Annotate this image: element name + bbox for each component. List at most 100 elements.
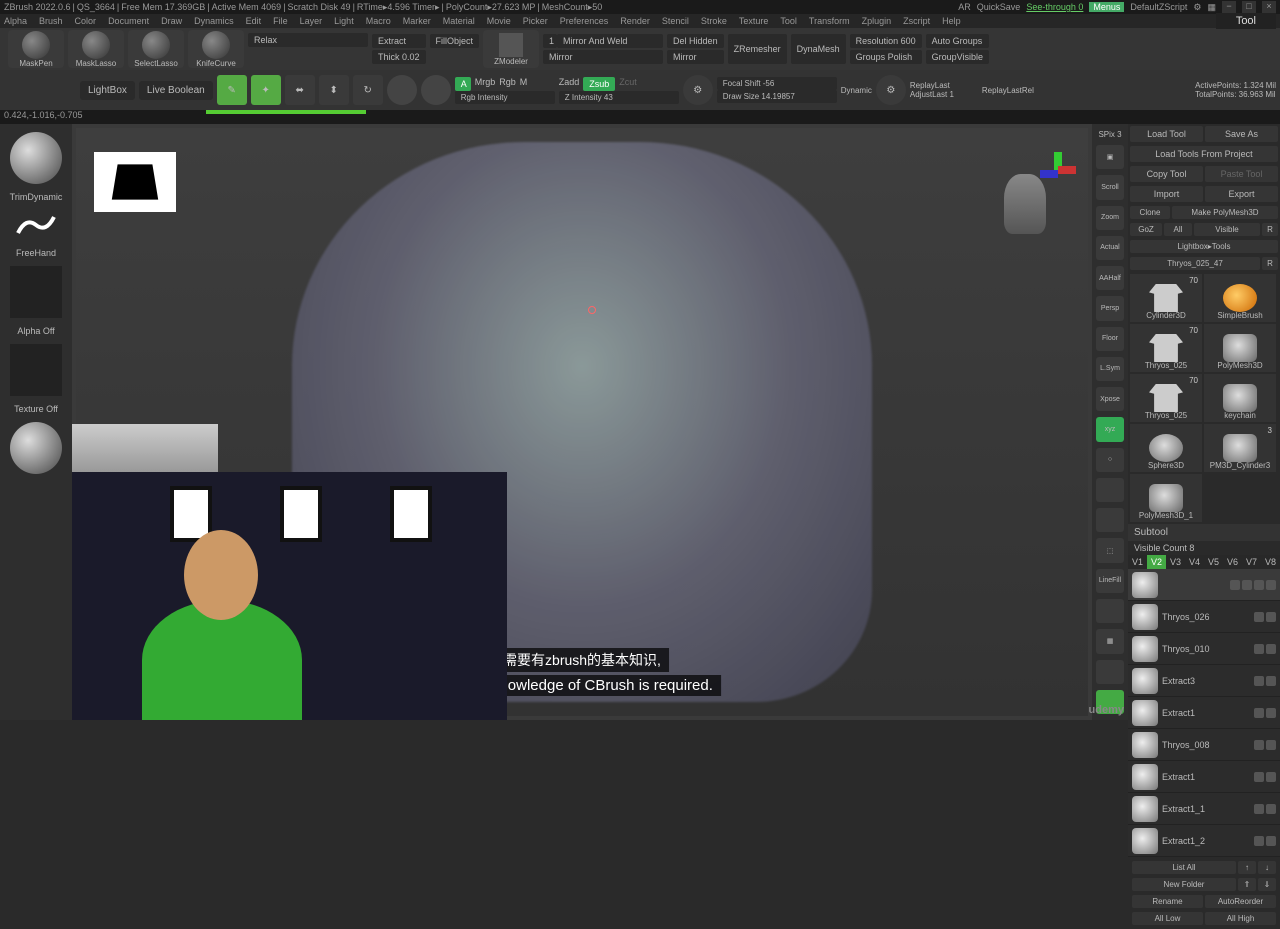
- tool-panel-tab[interactable]: Tool: [1216, 13, 1276, 29]
- current-tool[interactable]: Thryos_025_47: [1130, 257, 1260, 270]
- scroll-button[interactable]: Scroll: [1096, 175, 1124, 199]
- liveboolean-button[interactable]: Live Boolean: [139, 81, 213, 100]
- menu-zplugin[interactable]: Zplugin: [862, 16, 892, 26]
- subtool-item-6[interactable]: Extract1: [1128, 761, 1280, 793]
- extract-button[interactable]: Extract: [372, 34, 426, 48]
- move-mode-button[interactable]: ⬌: [285, 75, 315, 105]
- makepolymesh-button[interactable]: Make PolyMesh3D: [1172, 206, 1278, 219]
- scale-nav-button[interactable]: ⬚: [1096, 538, 1124, 562]
- minimize-button[interactable]: −: [1222, 1, 1236, 13]
- spix-label[interactable]: SPix 3: [1098, 130, 1121, 139]
- menu-draw[interactable]: Draw: [161, 16, 182, 26]
- zcut-button[interactable]: Zcut: [619, 77, 637, 91]
- zadd-button[interactable]: Zadd: [559, 77, 580, 91]
- bpr-button[interactable]: ▣: [1096, 145, 1124, 169]
- menu-tool[interactable]: Tool: [780, 16, 797, 26]
- menu-light[interactable]: Light: [334, 16, 354, 26]
- arrow-down-icon[interactable]: ↓: [1258, 861, 1276, 874]
- zmodeler-tool[interactable]: ZModeler: [483, 30, 539, 68]
- menu-color[interactable]: Color: [75, 16, 97, 26]
- subtool-header[interactable]: Subtool: [1128, 524, 1280, 541]
- mirror2-button[interactable]: Mirror: [667, 50, 724, 64]
- reference-thumbnail[interactable]: [94, 152, 176, 212]
- masklasso-tool[interactable]: MaskLasso: [68, 30, 124, 68]
- adjustlast-field[interactable]: AdjustLast 1: [910, 90, 978, 99]
- tool-cylinder3d[interactable]: 70Cylinder3D: [1130, 274, 1202, 322]
- circle-button[interactable]: ○: [1096, 448, 1124, 472]
- listall-button[interactable]: List All: [1132, 861, 1236, 874]
- persp-button[interactable]: Persp: [1096, 296, 1124, 320]
- vtab-7[interactable]: V7: [1242, 555, 1261, 569]
- subtool-item-2[interactable]: Thryos_010: [1128, 633, 1280, 665]
- dynamic-label[interactable]: Dynamic: [841, 86, 872, 95]
- autoreorder-button[interactable]: AutoReorder: [1205, 895, 1276, 908]
- all-button[interactable]: All: [1164, 223, 1192, 236]
- close-button[interactable]: ×: [1262, 1, 1276, 13]
- menu-layer[interactable]: Layer: [300, 16, 323, 26]
- menu-brush[interactable]: Brush: [39, 16, 63, 26]
- clone-button[interactable]: Clone: [1130, 206, 1170, 219]
- axis-gizmo[interactable]: [1040, 152, 1076, 188]
- groupvisible-button[interactable]: GroupVisible: [926, 50, 989, 64]
- thick-field[interactable]: Thick 0.02: [372, 50, 426, 64]
- rgb-intensity[interactable]: Rgb Intensity: [455, 91, 555, 104]
- tool-thryos-2[interactable]: 70Thryos_025: [1130, 374, 1202, 422]
- moveup-icon[interactable]: ⇑: [1238, 878, 1256, 891]
- tool-polymesh3d[interactable]: PolyMesh3D: [1204, 324, 1276, 372]
- autogroups-button[interactable]: Auto Groups: [926, 34, 989, 48]
- menu-dynamics[interactable]: Dynamics: [194, 16, 234, 26]
- frame-button[interactable]: [1096, 478, 1124, 502]
- newfolder-button[interactable]: New Folder: [1132, 878, 1236, 891]
- vtab-3[interactable]: V3: [1166, 555, 1185, 569]
- replaylast-button[interactable]: ReplayLast: [910, 81, 978, 90]
- menu-material[interactable]: Material: [443, 16, 475, 26]
- subtool-item-7[interactable]: Extract1_1: [1128, 793, 1280, 825]
- dynamesh-button[interactable]: DynaMesh: [791, 34, 846, 64]
- vtab-4[interactable]: V4: [1185, 555, 1204, 569]
- tool-simplebrush[interactable]: SimpleBrush: [1204, 274, 1276, 322]
- pastetool-button[interactable]: Paste Tool: [1205, 166, 1278, 182]
- move-nav-button[interactable]: [1096, 508, 1124, 532]
- a-toggle[interactable]: A: [455, 77, 471, 91]
- menu-picker[interactable]: Picker: [523, 16, 548, 26]
- lightbox-button[interactable]: LightBox: [80, 81, 135, 100]
- maximize-button[interactable]: □: [1242, 1, 1256, 13]
- zsub-button[interactable]: Zsub: [583, 77, 615, 91]
- tool-pm3d-cyl[interactable]: 3PM3D_Cylinder3: [1204, 424, 1276, 472]
- menu-stencil[interactable]: Stencil: [662, 16, 689, 26]
- subtool-item-8[interactable]: Extract1_2: [1128, 825, 1280, 857]
- copytool-button[interactable]: Copy Tool: [1130, 166, 1203, 182]
- tool-thryos-1[interactable]: 70Thryos_025: [1130, 324, 1202, 372]
- zoom-button[interactable]: Zoom: [1096, 206, 1124, 230]
- lsym-button[interactable]: L.Sym: [1096, 357, 1124, 381]
- subtool-item-5[interactable]: Thryos_008: [1128, 729, 1280, 761]
- menu-render[interactable]: Render: [620, 16, 650, 26]
- tool-keychain[interactable]: keychain: [1204, 374, 1276, 422]
- vtab-5[interactable]: V5: [1204, 555, 1223, 569]
- subtool-item-3[interactable]: Extract3: [1128, 665, 1280, 697]
- menu-transform[interactable]: Transform: [809, 16, 850, 26]
- rotate-mode-button[interactable]: ↻: [353, 75, 383, 105]
- visible-button[interactable]: Visible: [1194, 223, 1260, 236]
- rgb-button[interactable]: Rgb: [499, 77, 516, 91]
- import-button[interactable]: Import: [1130, 186, 1203, 202]
- export-button[interactable]: Export: [1205, 186, 1278, 202]
- floor-button[interactable]: Floor: [1096, 327, 1124, 351]
- draw-mode-button[interactable]: ✦: [251, 75, 281, 105]
- rename-button[interactable]: Rename: [1132, 895, 1203, 908]
- goz-button[interactable]: GoZ: [1130, 223, 1162, 236]
- menu-stroke[interactable]: Stroke: [701, 16, 727, 26]
- texture-slot[interactable]: [10, 344, 62, 396]
- menu-preferences[interactable]: Preferences: [560, 16, 609, 26]
- maskpen-tool[interactable]: MaskPen: [8, 30, 64, 68]
- menu-alpha[interactable]: Alpha: [4, 16, 27, 26]
- arrow-up-icon[interactable]: ↑: [1238, 861, 1256, 874]
- r-button-1[interactable]: R: [1262, 223, 1278, 236]
- tool-sphere3d[interactable]: Sphere3D: [1130, 424, 1202, 472]
- z-intensity[interactable]: Z Intensity 43: [559, 91, 679, 104]
- movedown-icon[interactable]: ⇓: [1258, 878, 1276, 891]
- rotate-nav-button[interactable]: LineFill: [1096, 569, 1124, 593]
- stroke-preview[interactable]: [16, 210, 56, 240]
- subtool-item-1[interactable]: Thryos_026: [1128, 601, 1280, 633]
- mirror-weld-button[interactable]: Mirror And Weld: [557, 34, 663, 48]
